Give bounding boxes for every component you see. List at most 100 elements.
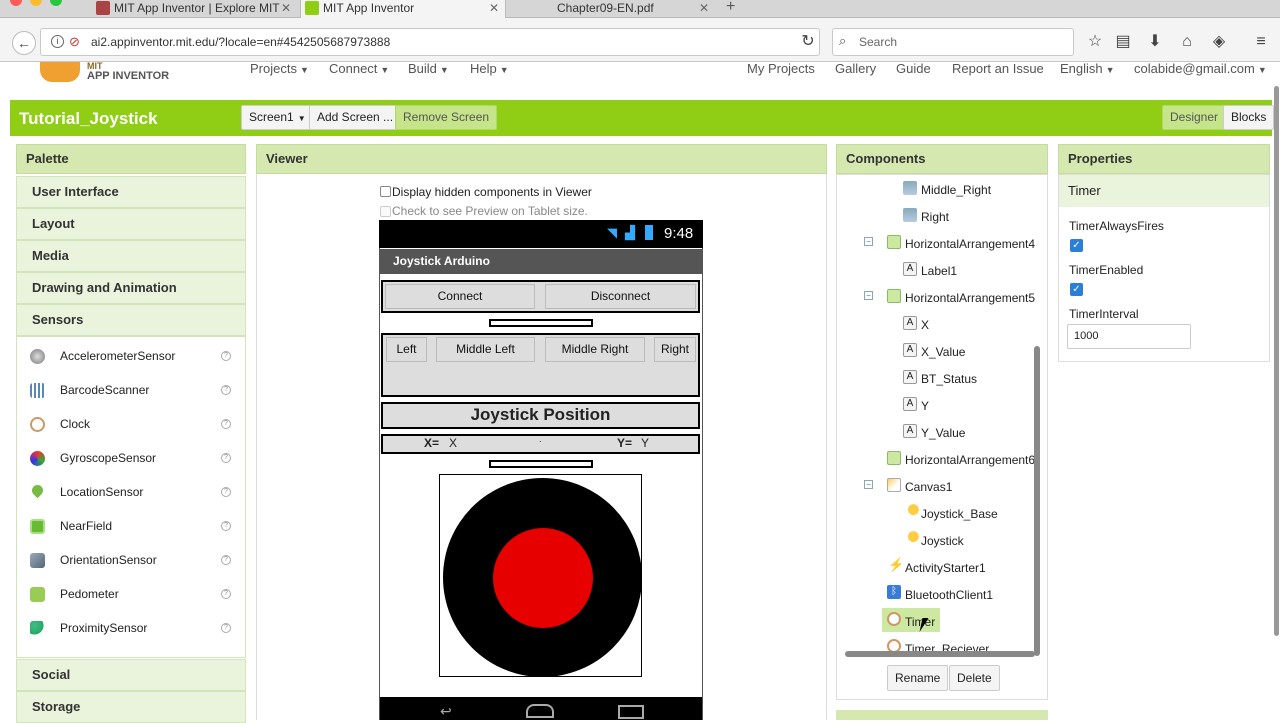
tree-item-activity-starter1[interactable]: ActivityStarter1 bbox=[905, 560, 986, 576]
designer-button[interactable]: Designer bbox=[1162, 105, 1227, 130]
link-report-issue[interactable]: Report an Issue bbox=[952, 62, 1044, 76]
palette-item-accelerometer[interactable]: AccelerometerSensor? bbox=[17, 339, 245, 373]
tree-item-joystick[interactable]: Joystick bbox=[921, 533, 964, 549]
add-screen-button[interactable]: Add Screen ... bbox=[309, 105, 402, 130]
link-guide[interactable]: Guide bbox=[896, 62, 931, 76]
timer-interval-input[interactable]: 1000 bbox=[1067, 324, 1191, 349]
wifi-icon: ◥ bbox=[607, 225, 617, 240]
bookmark-star-icon[interactable]: ☆ bbox=[1085, 32, 1105, 52]
joystick-sprite[interactable] bbox=[493, 528, 593, 628]
url-text: ai2.appinventor.mit.edu/?locale=en#45425… bbox=[91, 35, 391, 49]
palette-item-pedometer[interactable]: Pedometer? bbox=[17, 577, 245, 611]
tree-item-bluetooth-client1[interactable]: BluetoothClient1 bbox=[905, 587, 993, 603]
tree-horizontal-scrollbar[interactable] bbox=[845, 651, 1035, 657]
help-icon[interactable]: ? bbox=[221, 623, 231, 633]
pocket-icon[interactable]: ◈ bbox=[1209, 32, 1229, 52]
palette-item-clock[interactable]: Clock? bbox=[17, 407, 245, 441]
palette-item-barcode[interactable]: BarcodeScanner? bbox=[17, 373, 245, 407]
left-button[interactable]: Left bbox=[386, 337, 427, 362]
browser-tab-pdf[interactable]: Chapter09-EN.pdf ✕ bbox=[535, 0, 715, 18]
timer-always-fires-checkbox[interactable]: ✓ bbox=[1070, 239, 1083, 252]
palette-item-nearfield[interactable]: NearField? bbox=[17, 509, 245, 543]
collapse-toggle-icon[interactable]: − bbox=[864, 480, 873, 489]
timer-enabled-checkbox[interactable]: ✓ bbox=[1070, 283, 1083, 296]
browser-tab-appinventor[interactable]: MIT App Inventor ✕ bbox=[300, 0, 506, 18]
middle-left-button[interactable]: Middle Left bbox=[436, 337, 535, 362]
tree-item-horizontal-arrangement6[interactable]: HorizontalArrangement6 bbox=[905, 452, 1035, 468]
help-icon[interactable]: ? bbox=[221, 521, 231, 531]
page-scrollbar[interactable] bbox=[1274, 86, 1279, 636]
menu-language[interactable]: English ▼ bbox=[1060, 62, 1115, 76]
download-icon[interactable]: ⬇ bbox=[1145, 32, 1165, 52]
help-icon[interactable]: ? bbox=[221, 555, 231, 565]
link-my-projects[interactable]: My Projects bbox=[747, 62, 815, 76]
help-icon[interactable]: ? bbox=[221, 589, 231, 599]
disconnect-button[interactable]: Disconnect bbox=[545, 284, 696, 309]
delete-button[interactable]: Delete bbox=[949, 665, 1000, 691]
new-tab-icon[interactable]: + bbox=[726, 0, 735, 16]
help-icon[interactable]: ? bbox=[221, 419, 231, 429]
palette-category-layout[interactable]: Layout bbox=[16, 208, 246, 240]
middle-right-button[interactable]: Middle Right bbox=[545, 337, 645, 362]
home-icon[interactable]: ⌂ bbox=[1177, 32, 1197, 52]
palette-item-proximity[interactable]: ProximitySensor? bbox=[17, 611, 245, 645]
blocks-button[interactable]: Blocks bbox=[1223, 105, 1275, 130]
screen-select[interactable]: Screen1 ▼ bbox=[241, 105, 314, 130]
palette-category-user-interface[interactable]: User Interface bbox=[16, 176, 246, 208]
hamburger-menu-icon[interactable]: ≡ bbox=[1251, 32, 1271, 52]
palette-item-location[interactable]: LocationSensor? bbox=[17, 475, 245, 509]
back-icon[interactable]: ← bbox=[12, 31, 36, 55]
collapse-toggle-icon[interactable]: − bbox=[864, 291, 873, 300]
palette-category-drawing[interactable]: Drawing and Animation bbox=[16, 272, 246, 304]
palette-item-gyroscope[interactable]: GyroscopeSensor? bbox=[17, 441, 245, 475]
info-icon[interactable]: i bbox=[51, 35, 64, 48]
right-button[interactable]: Right bbox=[654, 337, 696, 362]
tree-item-x[interactable]: X bbox=[921, 317, 929, 333]
close-tab-icon[interactable]: ✕ bbox=[699, 0, 709, 16]
tablet-preview-checkbox[interactable] bbox=[380, 206, 391, 217]
menu-connect[interactable]: Connect ▼ bbox=[329, 62, 389, 76]
x-value: X bbox=[449, 436, 458, 450]
viewer-header: Viewer bbox=[256, 144, 827, 174]
menu-projects[interactable]: Projects ▼ bbox=[250, 62, 309, 76]
help-icon[interactable]: ? bbox=[221, 385, 231, 395]
menu-account[interactable]: colabide@gmail.com ▼ bbox=[1134, 62, 1267, 76]
palette-category-storage[interactable]: Storage bbox=[16, 691, 246, 723]
tree-item-middle-right[interactable]: Middle_Right bbox=[921, 182, 991, 198]
reading-list-icon[interactable]: ▤ bbox=[1113, 32, 1133, 52]
tree-item-bt-status[interactable]: BT_Status bbox=[921, 371, 977, 387]
tree-item-label1[interactable]: Label1 bbox=[921, 263, 957, 279]
collapse-toggle-icon[interactable]: − bbox=[864, 237, 873, 246]
menu-build[interactable]: Build ▼ bbox=[408, 62, 449, 76]
palette-item-orientation[interactable]: OrientationSensor? bbox=[17, 543, 245, 577]
help-icon[interactable]: ? bbox=[221, 487, 231, 497]
palette-category-media[interactable]: Media bbox=[16, 240, 246, 272]
link-gallery[interactable]: Gallery bbox=[835, 62, 876, 76]
palette-category-social[interactable]: Social bbox=[16, 659, 246, 691]
tree-vertical-scrollbar[interactable] bbox=[1034, 346, 1040, 656]
tree-item-joystick-base[interactable]: Joystick_Base bbox=[921, 506, 998, 522]
tree-item-canvas1[interactable]: Canvas1 bbox=[905, 479, 952, 495]
rename-button[interactable]: Rename bbox=[887, 665, 949, 691]
remove-screen-button[interactable]: Remove Screen bbox=[395, 105, 498, 130]
browser-search-input[interactable]: ⌕ Search bbox=[832, 28, 1074, 56]
tree-item-x-value[interactable]: X_Value bbox=[921, 344, 965, 360]
battery-icon bbox=[645, 225, 653, 240]
help-icon[interactable]: ? bbox=[221, 453, 231, 463]
menu-help[interactable]: Help ▼ bbox=[470, 62, 509, 76]
tree-item-horizontal-arrangement5[interactable]: HorizontalArrangement5 bbox=[905, 290, 1035, 306]
hidden-components-checkbox[interactable] bbox=[380, 186, 391, 197]
address-bar[interactable]: i ⊘ ai2.appinventor.mit.edu/?locale=en#4… bbox=[40, 28, 820, 56]
connect-button[interactable]: Connect bbox=[385, 284, 535, 309]
tree-item-y[interactable]: Y bbox=[921, 398, 929, 414]
browser-tab-explore[interactable]: MIT App Inventor | Explore MIT ✕ bbox=[92, 0, 297, 18]
tree-item-horizontal-arrangement4[interactable]: HorizontalArrangement4 bbox=[905, 236, 1035, 252]
tree-item-y-value[interactable]: Y_Value bbox=[921, 425, 965, 441]
palette-category-sensors[interactable]: Sensors bbox=[16, 304, 246, 336]
close-tab-icon[interactable]: ✕ bbox=[281, 0, 291, 16]
help-icon[interactable]: ? bbox=[221, 351, 231, 361]
tree-item-right[interactable]: Right bbox=[921, 209, 949, 225]
reload-icon[interactable]: ↻ bbox=[798, 32, 818, 52]
app-inventor-logo-icon[interactable] bbox=[40, 62, 80, 82]
close-tab-icon[interactable]: ✕ bbox=[489, 0, 499, 16]
